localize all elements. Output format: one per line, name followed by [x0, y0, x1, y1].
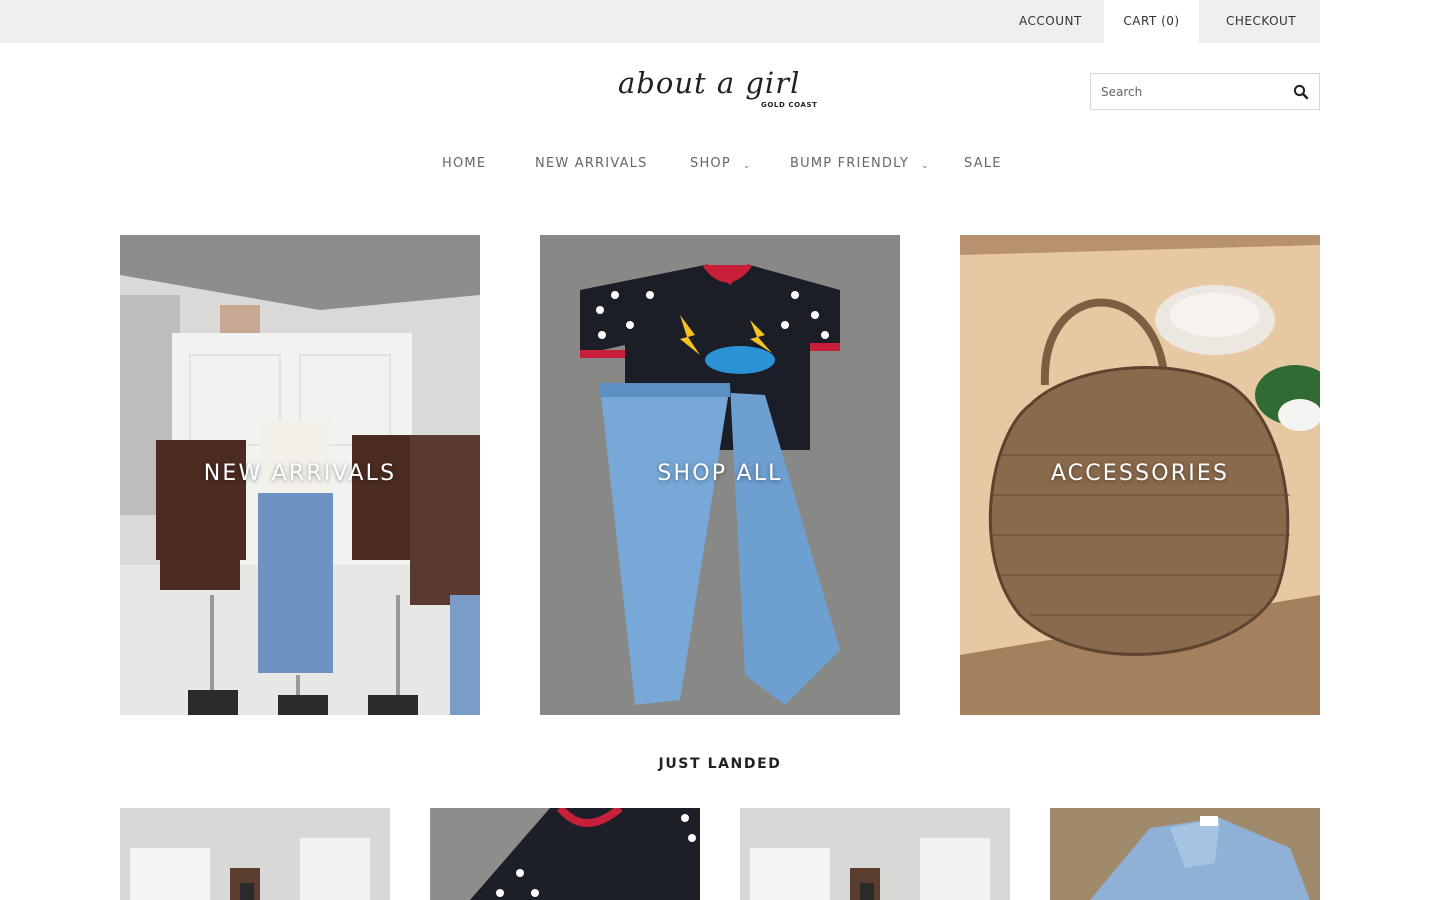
store-logo[interactable]: about a girl GOLD COAST — [615, 66, 825, 126]
tile-label: NEW ARRIVALS — [203, 461, 397, 486]
nav-sale[interactable]: SALE — [964, 156, 1002, 176]
nav-home[interactable]: HOME — [442, 156, 486, 176]
product-image — [1050, 808, 1320, 900]
tile-new-arrivals[interactable]: NEW ARRIVALS — [120, 235, 480, 715]
logo-script: about a girl — [618, 66, 801, 100]
product-image — [740, 808, 1010, 900]
product-card[interactable] — [430, 808, 700, 900]
tile-accessories[interactable]: ACCESSORIES — [960, 235, 1320, 715]
nav-bump-friendly-label: BUMP FRIENDLY — [790, 156, 909, 171]
product-card[interactable] — [120, 808, 390, 900]
search-box — [1090, 73, 1320, 110]
nav-bump-friendly[interactable]: BUMP FRIENDLY ⌄ — [790, 156, 930, 176]
logo-subtitle: GOLD COAST — [761, 101, 818, 109]
top-utility-bar: ACCOUNT CART (0) CHECKOUT — [0, 0, 1440, 43]
chevron-down-icon: ⌄ — [920, 161, 930, 171]
account-link[interactable]: ACCOUNT — [1019, 0, 1082, 43]
cart-link[interactable]: CART (0) — [1104, 0, 1199, 43]
product-card[interactable] — [740, 808, 1010, 900]
just-landed-heading: JUST LANDED — [658, 756, 782, 772]
product-image — [430, 808, 700, 900]
tile-label: ACCESSORIES — [1050, 461, 1230, 486]
product-card[interactable] — [1050, 808, 1320, 900]
nav-new-arrivals-label: NEW ARRIVALS — [535, 156, 648, 171]
checkout-link[interactable]: CHECKOUT — [1226, 0, 1296, 43]
topbar-right-spacer — [1320, 0, 1440, 43]
nav-sale-label: SALE — [964, 156, 1002, 171]
tile-label: SHOP ALL — [657, 461, 783, 486]
nav-home-label: HOME — [442, 156, 487, 171]
search-input[interactable] — [1101, 82, 1281, 102]
nav-new-arrivals[interactable]: NEW ARRIVALS — [535, 156, 648, 176]
nav-shop[interactable]: SHOP ⌄ — [690, 156, 752, 176]
tile-shop-all[interactable]: SHOP ALL — [540, 235, 900, 715]
nav-shop-label: SHOP — [690, 156, 731, 171]
product-image — [120, 808, 390, 900]
search-icon[interactable] — [1293, 84, 1309, 100]
chevron-down-icon: ⌄ — [742, 161, 752, 171]
